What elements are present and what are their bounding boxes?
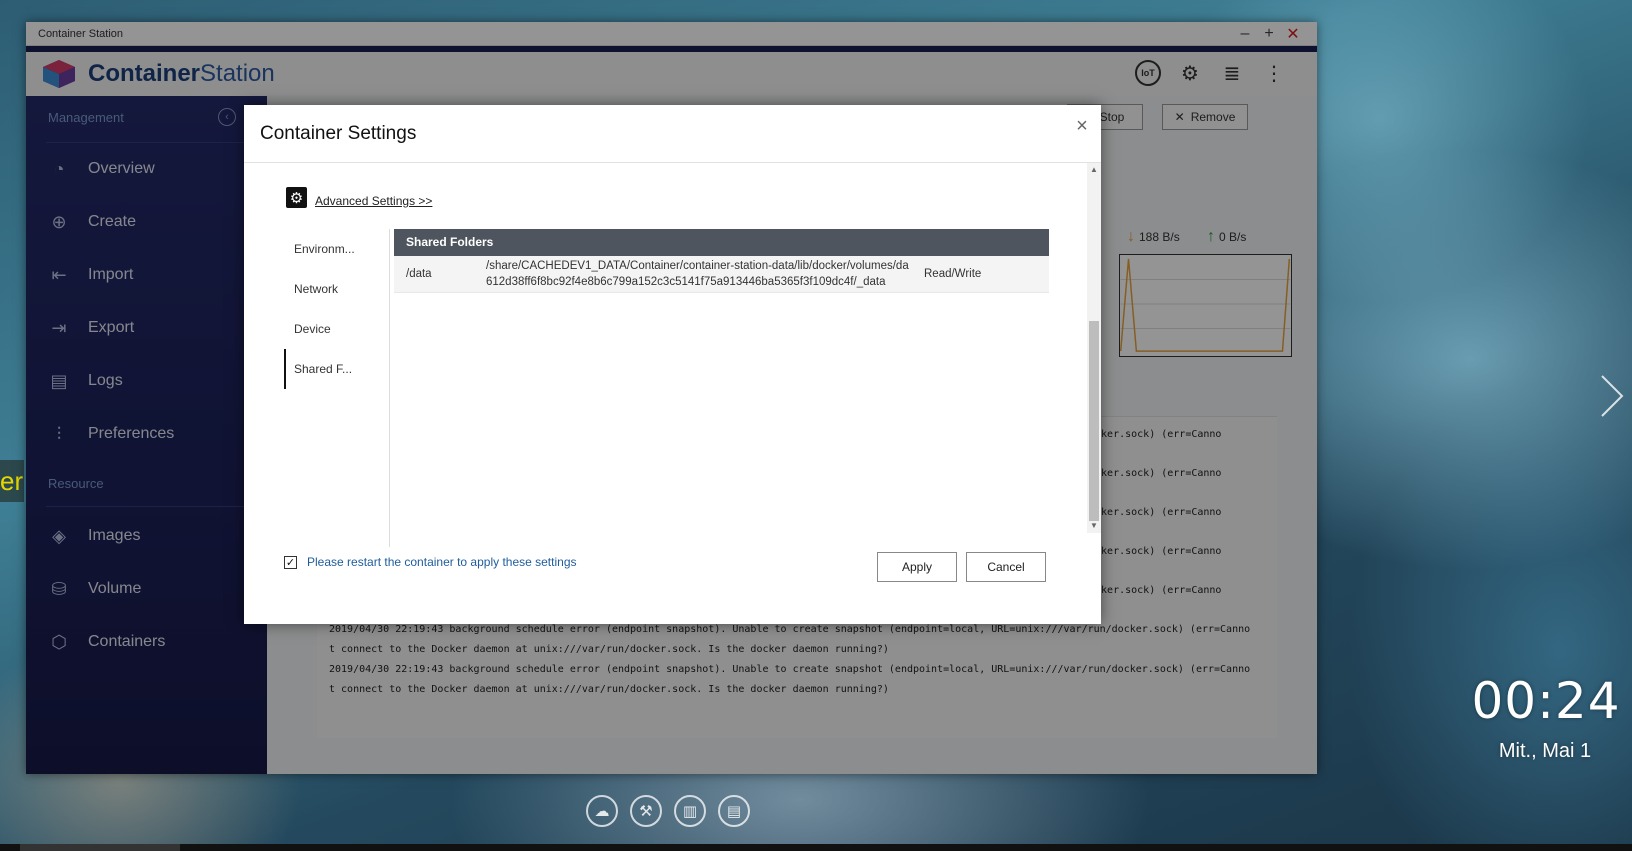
container-settings-dialog: Container Settings × ⚙ Advanced Settings… (244, 105, 1101, 624)
restart-message: Please restart the container to apply th… (307, 555, 577, 569)
shared-folders-table: Shared Folders /data /share/CACHEDEV1_DA… (394, 229, 1049, 293)
tab-shared-folders[interactable]: Shared F... (284, 349, 389, 389)
host-path-cell: /share/CACHEDEV1_DATA/Container/containe… (486, 260, 909, 288)
next-wallpaper-arrow-icon[interactable] (1596, 374, 1626, 418)
scroll-down-icon[interactable]: ▼ (1087, 519, 1101, 533)
notes-icon[interactable]: ▤ (718, 795, 750, 827)
dialog-header: Container Settings (244, 105, 1101, 163)
settings-tabs: Environm... Network Device Shared F... (284, 229, 390, 547)
cloud-icon[interactable]: ☁ (586, 795, 618, 827)
scroll-up-icon[interactable]: ▲ (1087, 163, 1101, 177)
taskbar-tab[interactable] (20, 844, 180, 851)
tab-environment[interactable]: Environm... (284, 229, 389, 269)
dialog-close-icon[interactable]: × (1071, 115, 1093, 137)
advanced-settings-row: ⚙ Advanced Settings >> (286, 187, 432, 208)
dialog-title: Container Settings (260, 122, 417, 144)
advanced-settings-link[interactable]: Advanced Settings >> (315, 194, 432, 208)
permission-cell: Read/Write (924, 268, 982, 280)
gear-icon: ⚙ (286, 187, 307, 208)
shared-folders-header: Shared Folders (394, 229, 1049, 256)
tab-device[interactable]: Device (284, 309, 389, 349)
taskbar (0, 844, 1632, 851)
cancel-button[interactable]: Cancel (966, 552, 1046, 582)
book-icon[interactable]: ▥ (674, 795, 706, 827)
dialog-scrollbar[interactable]: ▲ ▼ (1087, 163, 1101, 533)
mount-point-cell: /data (406, 268, 432, 280)
restart-notice: ✓ Please restart the container to apply … (284, 555, 577, 569)
wallpaper-text-fragment: er (0, 460, 24, 502)
desktop-dock: ☁ ⚒ ▥ ▤ (586, 795, 750, 827)
desktop-date: Mit., Mai 1 (1498, 740, 1592, 762)
apply-button[interactable]: Apply (877, 552, 957, 582)
tab-network[interactable]: Network (284, 269, 389, 309)
scroll-thumb[interactable] (1089, 321, 1099, 521)
table-row[interactable]: /data /share/CACHEDEV1_DATA/Container/co… (394, 256, 1049, 293)
tools-icon[interactable]: ⚒ (630, 795, 662, 827)
desktop-clock: 00:24 (1471, 672, 1621, 730)
restart-checkbox[interactable]: ✓ (284, 555, 297, 569)
